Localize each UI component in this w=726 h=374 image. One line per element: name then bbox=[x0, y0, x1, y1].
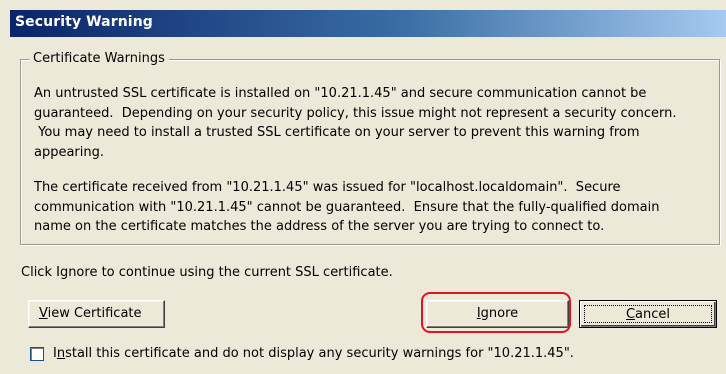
ignore-instruction-text: Click Ignore to continue using the curre… bbox=[21, 265, 393, 280]
ignore-button[interactable]: Ignore bbox=[426, 300, 569, 328]
install-certificate-label[interactable]: Install this certificate and do not disp… bbox=[53, 346, 574, 362]
install-label-mnemonic: n bbox=[56, 346, 66, 361]
install-certificate-checkbox[interactable] bbox=[30, 347, 44, 361]
untrusted-certificate-message: An untrusted SSL certificate is installe… bbox=[34, 86, 677, 160]
certificate-mismatch-message: The certificate received from "10.21.1.4… bbox=[34, 180, 660, 234]
cancel-focus-rectangle: Cancel bbox=[584, 305, 712, 323]
cancel-mnemonic: C bbox=[625, 307, 636, 322]
security-warning-dialog: Security Warning Certificate Warnings An… bbox=[0, 0, 726, 374]
title-bar[interactable]: Security Warning bbox=[10, 10, 726, 37]
cancel-button[interactable]: Cancel bbox=[579, 300, 717, 328]
group-legend: Certificate Warnings bbox=[29, 51, 169, 67]
view-certificate-label: iew Certificate bbox=[47, 306, 142, 321]
install-label-rest: stall this certificate and do not displa… bbox=[65, 346, 574, 361]
ignore-label: gnore bbox=[480, 306, 519, 321]
view-certificate-mnemonic: V bbox=[39, 306, 48, 321]
window-title: Security Warning bbox=[15, 14, 153, 30]
view-certificate-button[interactable]: View Certificate bbox=[28, 300, 165, 328]
cancel-label: ancel bbox=[635, 307, 671, 322]
